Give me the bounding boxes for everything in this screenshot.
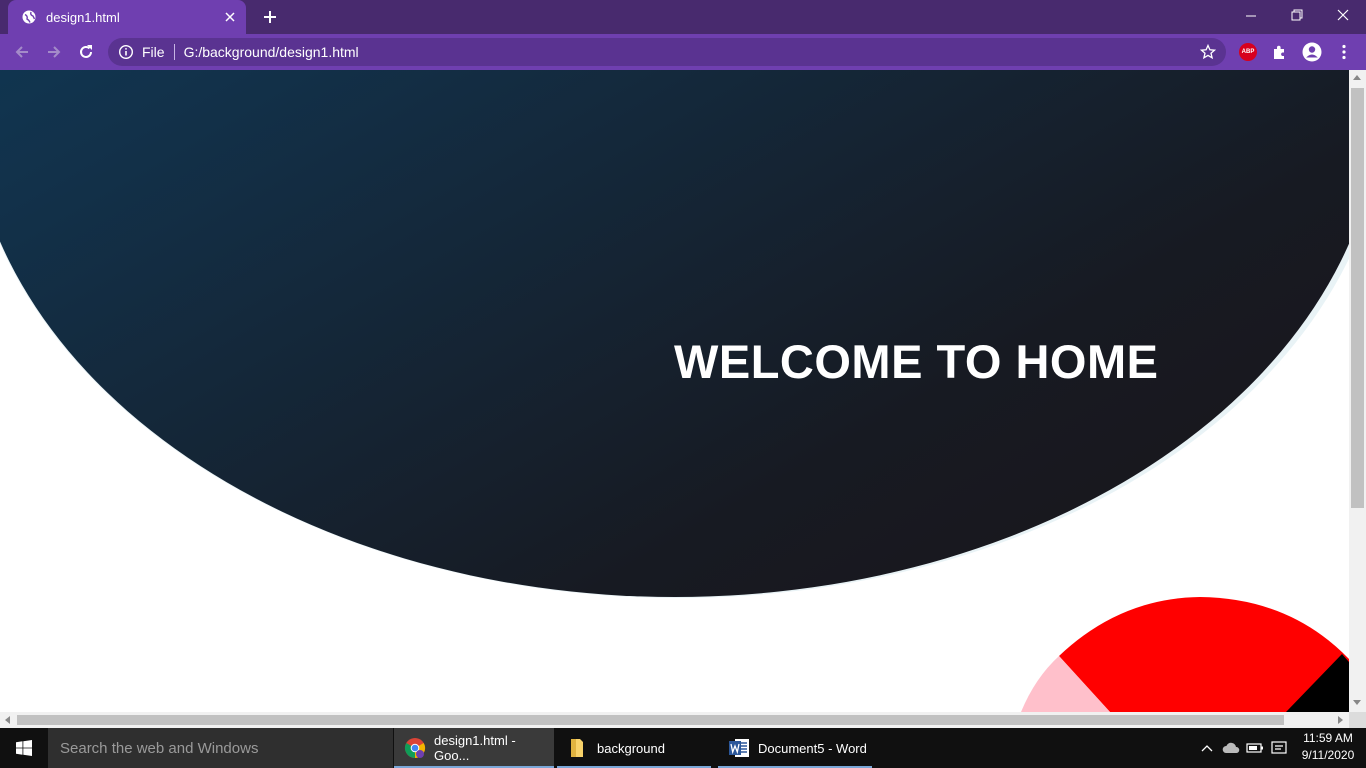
horizontal-scrollbar[interactable] — [0, 712, 1349, 728]
address-bar[interactable]: File G:/background/design1.html — [108, 38, 1226, 66]
info-icon[interactable] — [118, 44, 134, 60]
folder-icon — [567, 737, 589, 759]
restore-button[interactable] — [1274, 0, 1320, 30]
chrome-icon — [404, 737, 426, 759]
word-icon — [728, 737, 750, 759]
scroll-right-icon[interactable] — [1338, 716, 1343, 724]
chevron-up-icon — [1201, 745, 1213, 752]
scheme-label: File — [142, 44, 165, 60]
reload-button[interactable] — [75, 41, 97, 63]
page-viewport: WELCOME TO HOME — [0, 70, 1349, 712]
back-button[interactable] — [11, 41, 33, 63]
taskbar-item-label: background — [597, 740, 665, 756]
windows-logo-icon — [16, 740, 32, 756]
extensions-button[interactable] — [1270, 42, 1290, 62]
account-icon — [1302, 42, 1322, 62]
onedrive-tray-icon[interactable] — [1220, 728, 1242, 768]
forward-button[interactable] — [43, 41, 65, 63]
battery-icon — [1246, 743, 1263, 753]
taskbar-item-label: design1.html - Goo... — [434, 733, 516, 763]
action-center-button[interactable] — [1268, 728, 1290, 768]
scroll-up-icon[interactable] — [1353, 75, 1361, 80]
reload-icon — [80, 45, 92, 58]
arrow-left-icon — [15, 46, 28, 58]
start-button[interactable] — [0, 728, 48, 768]
scroll-left-icon[interactable] — [5, 716, 10, 724]
show-hidden-icons-button[interactable] — [1197, 728, 1217, 768]
abp-icon: ABP — [1239, 43, 1257, 61]
minimize-button[interactable] — [1228, 0, 1274, 30]
browser-tab-strip: design1.html — [0, 0, 1366, 34]
taskbar-item-chrome[interactable]: design1.html - Goo... — [394, 728, 554, 768]
tab-design1[interactable]: design1.html — [8, 0, 246, 34]
profile-button[interactable] — [1302, 42, 1322, 62]
horizontal-scroll-thumb[interactable] — [17, 715, 1284, 725]
taskbar-item-label: Document5 - Word — [758, 740, 867, 756]
scroll-down-icon[interactable] — [1353, 700, 1361, 705]
tab-title: design1.html — [46, 9, 120, 25]
browser-menu-button[interactable] — [1334, 42, 1354, 62]
search-placeholder: Search the web and Windows — [60, 739, 259, 757]
close-tab-icon[interactable] — [222, 9, 238, 25]
clock-time: 11:59 AM — [1303, 731, 1353, 745]
browser-toolbar: File G:/background/design1.html ABP — [0, 34, 1366, 70]
close-window-button[interactable] — [1320, 0, 1366, 30]
adblock-extension-button[interactable]: ABP — [1238, 42, 1258, 62]
decorative-shapes — [1021, 597, 1349, 712]
scrollbar-corner — [1349, 712, 1366, 728]
puzzle-icon — [1274, 45, 1284, 59]
taskbar-search-box[interactable]: Search the web and Windows — [48, 728, 393, 768]
arrow-right-icon — [48, 46, 61, 58]
clock-date: 9/11/2020 — [1301, 748, 1355, 762]
windows-taskbar: Search the web and Windows design1.html … — [0, 728, 1366, 768]
new-tab-button[interactable] — [260, 7, 280, 27]
power-tray-icon[interactable] — [1244, 728, 1266, 768]
more-vertical-icon — [1342, 44, 1346, 60]
bookmark-star-icon[interactable] — [1200, 44, 1216, 60]
taskbar-item-word[interactable]: Document5 - Word — [718, 728, 872, 768]
omnibox-divider — [173, 44, 175, 60]
system-clock[interactable]: 11:59 AM 9/11/2020 — [1292, 730, 1364, 764]
cloud-icon — [1222, 742, 1240, 753]
notification-icon — [1271, 741, 1287, 754]
vertical-scrollbar[interactable] — [1349, 70, 1366, 712]
taskbar-item-explorer[interactable]: background — [557, 728, 711, 768]
vertical-scroll-thumb[interactable] — [1351, 88, 1364, 508]
globe-icon — [22, 10, 36, 24]
url-text[interactable]: G:/background/design1.html — [184, 44, 1200, 60]
